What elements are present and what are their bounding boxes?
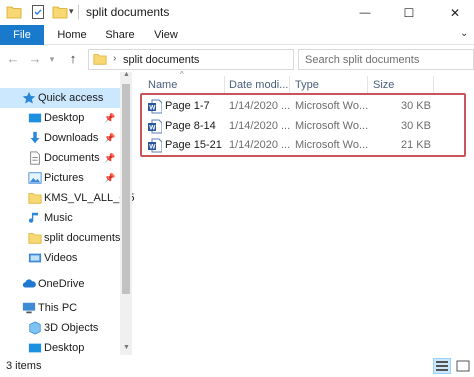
address-bar-row: ← → ▾ ↑ › split documents Search split d… (0, 46, 474, 72)
sidebar-item-desktop[interactable]: Desktop 📌 (0, 108, 120, 128)
details-view-icon (436, 361, 448, 371)
sidebar-item-onedrive[interactable]: OneDrive (0, 274, 120, 294)
tab-share[interactable]: Share (100, 25, 140, 45)
maximize-button[interactable]: ☐ (394, 0, 424, 25)
pictures-icon (28, 172, 42, 184)
onedrive-icon (22, 279, 36, 288)
folder-icon (93, 54, 107, 65)
folder-icon (6, 6, 22, 19)
large-icons-view-icon (456, 360, 470, 372)
pc-icon (22, 302, 36, 314)
title-separator (78, 5, 79, 19)
desktop-icon (28, 113, 42, 123)
column-divider[interactable] (224, 76, 225, 94)
new-folder-icon[interactable] (52, 4, 68, 20)
search-placeholder: Search split documents (305, 54, 420, 66)
sidebar-item-label: Documents (44, 152, 100, 164)
3d-objects-icon (29, 321, 41, 335)
address-bar[interactable]: › split documents (88, 49, 294, 70)
pin-icon: 📌 (104, 173, 116, 183)
close-button[interactable]: ✕ (440, 0, 470, 25)
sidebar-item-downloads[interactable]: Downloads 📌 (0, 128, 120, 148)
scrollbar-thumb[interactable] (122, 84, 130, 294)
breadcrumb-item[interactable]: split documents (123, 54, 199, 66)
sidebar-item-documents[interactable]: Documents 📌 (0, 148, 120, 168)
navigation-pane: Quick access Desktop 📌 Downloads 📌 Docum… (0, 72, 135, 355)
title-bar: ▾ split documents — ☐ ✕ (0, 0, 474, 25)
scroll-up-icon[interactable]: ▲ (123, 71, 130, 78)
search-input[interactable]: Search split documents (298, 49, 474, 70)
pin-icon: 📌 (104, 153, 116, 163)
sidebar-item-label: Desktop (44, 342, 85, 354)
sidebar-item-pictures[interactable]: Pictures 📌 (0, 168, 120, 188)
sidebar-item-label: OneDrive (38, 278, 85, 290)
sidebar-item-label: Videos (44, 252, 78, 264)
tab-view[interactable]: View (148, 25, 184, 45)
documents-icon (30, 151, 40, 165)
column-divider[interactable] (433, 76, 434, 94)
expand-ribbon-icon[interactable]: ⌄ (460, 28, 468, 39)
breadcrumb-chevron-icon[interactable]: › (113, 53, 116, 64)
desktop-icon (28, 343, 42, 353)
sidebar-item-kms-vl-all[interactable]: KMS_VL_ALL_6.5 (0, 188, 135, 208)
videos-icon (28, 253, 42, 263)
properties-icon[interactable] (30, 4, 46, 20)
sidebar-item-videos[interactable]: Videos (0, 248, 120, 268)
column-divider[interactable] (367, 76, 368, 94)
minimize-button[interactable]: — (350, 0, 380, 25)
sidebar-item-label: Music (44, 212, 73, 224)
sidebar-item-label: split documents (44, 232, 121, 244)
music-icon (28, 212, 39, 223)
tab-home[interactable]: Home (52, 25, 92, 45)
pin-icon: 📌 (104, 133, 116, 143)
sidebar-item-label: Downloads (44, 132, 99, 144)
sidebar-item-label: 3D Objects (44, 322, 99, 334)
column-divider[interactable] (289, 76, 290, 94)
status-bar: 3 items (0, 355, 474, 377)
folder-icon (28, 193, 42, 204)
details-view-button[interactable] (433, 358, 451, 374)
sidebar-item-split-documents[interactable]: split documents (0, 228, 120, 248)
item-count: 3 items (6, 360, 42, 372)
window-title: split documents (86, 5, 170, 19)
large-icons-view-button[interactable] (454, 358, 472, 374)
ribbon-tabs: File Home Share View ⌄ (0, 25, 474, 45)
sidebar-item-label: Pictures (44, 172, 84, 184)
sidebar-item-label: Desktop (44, 112, 85, 124)
scroll-down-icon[interactable]: ▼ (123, 344, 130, 351)
sidebar-scrollbar[interactable]: ▲ ▼ (120, 71, 132, 355)
up-arrow-icon[interactable]: ↑ (64, 50, 82, 68)
quick-access-toolbar-dropdown-icon[interactable]: ▾ (69, 6, 74, 17)
recent-locations-chevron-icon[interactable]: ▾ (46, 50, 58, 68)
highlight-box (140, 93, 466, 157)
sidebar-item-quick-access[interactable]: Quick access (0, 88, 120, 108)
sidebar-item-label: This PC (38, 302, 78, 314)
back-arrow-icon[interactable]: ← (4, 50, 22, 68)
pin-icon: 📌 (104, 113, 116, 123)
sidebar-item-this-pc[interactable]: This PC (0, 298, 120, 318)
sidebar-item-label: Quick access (38, 92, 104, 104)
download-icon (30, 131, 40, 144)
sort-ascending-icon: ^ (180, 70, 184, 79)
star-icon (22, 91, 36, 104)
tab-file[interactable]: File (0, 25, 44, 45)
forward-arrow-icon[interactable]: → (26, 50, 44, 68)
folder-icon (28, 233, 42, 244)
sidebar-item-3d-objects[interactable]: 3D Objects (0, 318, 120, 338)
sidebar-item-music[interactable]: Music (0, 208, 120, 228)
